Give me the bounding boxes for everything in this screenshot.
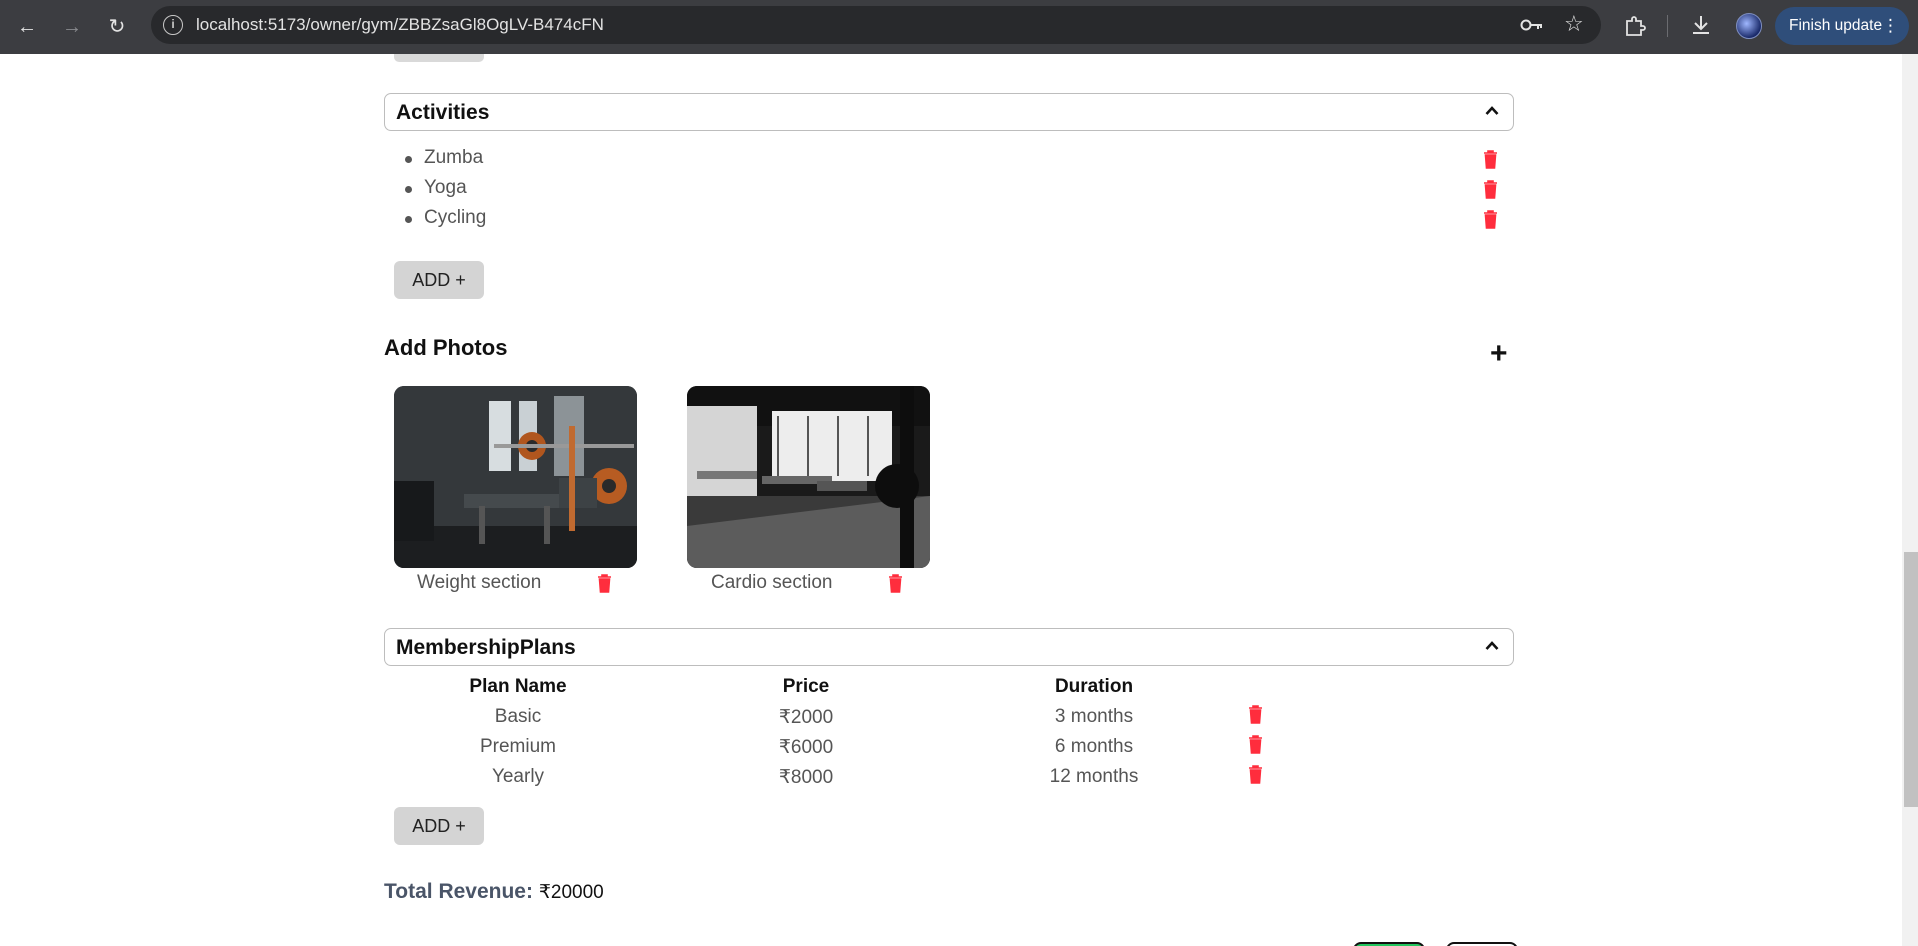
bookmark-star-icon[interactable]: ☆ [1564,11,1584,37]
chevron-up-icon[interactable] [1485,104,1499,118]
photo-caption: Cardio section [711,572,833,593]
page-viewport: Activities Zumba Yoga Cycling ADD + Add … [0,54,1918,946]
plan-duration-cell: 12 months [1049,766,1139,787]
plan-name-cell: Yearly [491,766,545,787]
bullet-dot [405,156,412,163]
plan-duration-cell: 3 months [1054,706,1134,727]
column-header: Price [782,676,830,697]
activities-header[interactable]: Activities [384,93,1514,131]
cancel-button-partial[interactable] [1446,942,1518,946]
extensions-icon[interactable] [1624,15,1646,37]
membership-plans-header[interactable]: MembershipPlans [384,628,1514,666]
more-menu-icon[interactable]: ⋮ [1882,7,1899,45]
address-bar[interactable]: i localhost:5173/owner/gym/ZBBZsaGl8OgLV… [151,6,1601,44]
trash-icon[interactable] [1483,150,1498,169]
add-activity-button[interactable]: ADD + [394,261,484,299]
site-info-icon[interactable]: i [163,15,183,35]
trash-icon[interactable] [1248,705,1263,724]
trash-icon[interactable] [1248,765,1263,784]
plan-duration-cell: 6 months [1054,736,1134,757]
activity-label: Zumba [424,147,484,168]
activity-item: Yoga [394,175,1514,205]
profile-avatar[interactable] [1736,13,1762,39]
page-scrollbar[interactable] [1902,54,1918,946]
cardio-section-photo [687,386,930,568]
trash-icon[interactable] [1483,180,1498,199]
forward-icon[interactable]: → [58,13,86,41]
add-photos-title: Add Photos [384,335,508,360]
weight-section-photo [394,386,637,568]
download-icon[interactable] [1690,14,1712,36]
password-key-icon[interactable] [1520,18,1544,32]
membership-plans-title: MembershipPlans [396,636,576,659]
activity-item: Zumba [394,145,1514,175]
activity-item: Cycling [394,205,1514,235]
plan-price-cell: ₹8000 [778,767,834,788]
finish-update-button[interactable]: Finish update ⋮ [1775,7,1909,45]
trash-icon[interactable] [597,574,612,593]
column-header: Duration [1054,676,1134,697]
activity-label: Cycling [424,207,487,228]
scrollbar-thumb[interactable] [1904,552,1918,807]
activity-label: Yoga [424,177,467,198]
plan-price-cell: ₹6000 [778,737,834,758]
chevron-up-icon[interactable] [1485,639,1499,653]
trash-icon[interactable] [1483,210,1498,229]
back-icon[interactable]: ← [13,13,41,41]
save-button-partial[interactable] [1353,942,1425,946]
finish-update-label: Finish update [1789,17,1883,34]
total-revenue-label: Total Revenue: [384,880,533,903]
add-photo-icon[interactable]: + [1490,339,1508,369]
plan-name-cell: Premium [479,736,556,757]
total-revenue-value: ₹20000 [538,882,604,903]
column-header: Plan Name [469,676,567,697]
activities-title: Activities [396,101,490,124]
trash-icon[interactable] [888,574,903,593]
plan-name-cell: Basic [494,706,542,727]
photo-caption: Weight section [417,572,542,593]
add-plan-button[interactable]: ADD + [394,807,484,845]
activities-list: Zumba Yoga Cycling [394,145,1514,235]
browser-toolbar: ← → ↻ i localhost:5173/owner/gym/ZBBZsaG… [0,0,1918,54]
plan-price-cell: ₹2000 [778,707,834,728]
url-text[interactable]: localhost:5173/owner/gym/ZBBZsaGl8OgLV-B… [196,15,604,35]
bullet-dot [405,216,412,223]
trash-icon[interactable] [1248,735,1263,754]
bullet-dot [405,186,412,193]
reload-icon[interactable]: ↻ [103,13,131,41]
total-revenue: Total Revenue: ₹20000 [384,880,604,904]
partial-button-above[interactable] [394,54,484,62]
toolbar-divider [1667,15,1668,37]
